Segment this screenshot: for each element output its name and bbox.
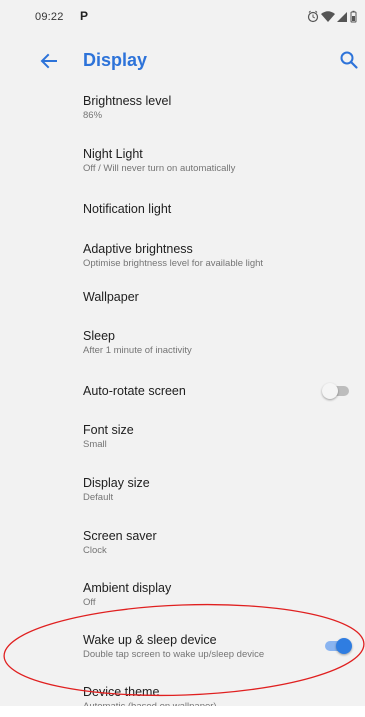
setting-title: Font size (83, 423, 134, 437)
toggle-thumb (336, 638, 352, 654)
notification-light-item[interactable]: Notification light (0, 194, 365, 238)
back-arrow-icon[interactable] (38, 50, 60, 72)
setting-title: Wake up & sleep device (83, 633, 217, 647)
setting-title: Brightness level (83, 94, 172, 108)
setting-title: Auto-rotate screen (83, 384, 186, 398)
setting-summary: After 1 minute of inactivity (83, 345, 192, 356)
status-time: 09:22 (35, 11, 64, 23)
status-icons (307, 9, 359, 25)
setting-title: Ambient display (83, 581, 172, 595)
setting-title: Adaptive brightness (83, 242, 193, 256)
ambient-display-item[interactable]: Ambient display Off (0, 580, 365, 634)
setting-summary: Optimise brightness level for available … (83, 258, 264, 269)
setting-title: Sleep (83, 329, 115, 343)
setting-title: Wallpaper (83, 290, 139, 304)
wifi-icon (321, 11, 335, 22)
setting-summary: Clock (83, 545, 107, 556)
page-title: Display (83, 50, 148, 70)
signal-icon (337, 12, 347, 22)
setting-summary: Small (83, 439, 107, 450)
auto-rotate-screen-item[interactable]: Auto-rotate screen (0, 376, 365, 416)
sleep-item[interactable]: Sleep After 1 minute of inactivity (0, 324, 365, 380)
wake-up-sleep-toggle[interactable] (322, 638, 352, 654)
brightness-level-item[interactable]: Brightness level 86% (0, 86, 365, 140)
app-bar: Display (0, 36, 365, 86)
screen-saver-item[interactable]: Screen saver Clock (0, 526, 365, 580)
font-size-item[interactable]: Font size Small (0, 418, 365, 472)
status-bar: 09:22 P (0, 0, 365, 36)
night-light-item[interactable]: Night Light Off / Will never turn on aut… (0, 140, 365, 194)
settings-screen: 09:22 P Display Brightness level 86% Nig… (0, 0, 365, 717)
setting-summary: Off / Will never turn on automatically (83, 163, 236, 174)
auto-rotate-toggle[interactable] (322, 383, 352, 399)
setting-summary: 86% (83, 110, 103, 121)
display-size-item[interactable]: Display size Default (0, 472, 365, 526)
setting-summary: Default (83, 492, 114, 503)
setting-summary: Off (83, 597, 96, 608)
setting-summary: Double tap screen to wake up/sleep devic… (83, 649, 265, 660)
toggle-thumb (322, 383, 338, 399)
wallpaper-item[interactable]: Wallpaper (0, 284, 365, 324)
setting-title: Night Light (83, 147, 143, 161)
app-notification-icon: P (80, 9, 89, 23)
setting-title: Device theme (83, 685, 160, 699)
setting-title: Screen saver (83, 529, 157, 543)
alarm-icon (307, 10, 319, 23)
wake-up-sleep-device-item[interactable]: Wake up & sleep device Double tap screen… (0, 630, 365, 684)
bottom-strip (0, 706, 365, 717)
setting-title: Notification light (83, 202, 172, 216)
search-icon[interactable] (338, 49, 360, 71)
setting-title: Display size (83, 476, 150, 490)
battery-icon (350, 10, 357, 23)
